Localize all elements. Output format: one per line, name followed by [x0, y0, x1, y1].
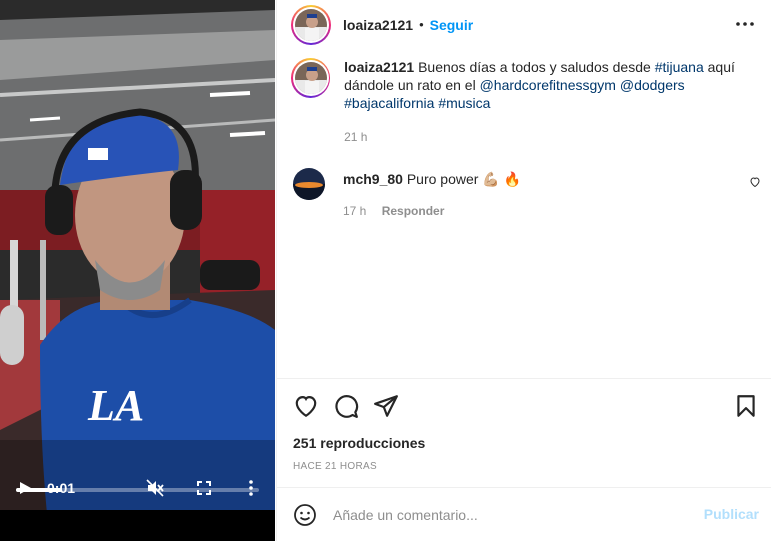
- comment-username[interactable]: mch9_80: [343, 171, 403, 187]
- comment-avatar[interactable]: [293, 168, 325, 200]
- caption-text: loaiza2121 Buenos días a todos y saludos…: [344, 58, 755, 146]
- post-username[interactable]: loaiza2121: [343, 17, 413, 33]
- comment-input[interactable]: [333, 506, 693, 523]
- share-icon[interactable]: [373, 393, 399, 419]
- comment-composer: Publicar: [277, 487, 771, 541]
- heart-icon[interactable]: [293, 393, 319, 419]
- caption-text-part: Buenos días a todos y saludos desde: [414, 59, 655, 75]
- reply-button[interactable]: Responder: [382, 204, 445, 218]
- bookmark-icon[interactable]: [733, 393, 759, 419]
- hashtag-link[interactable]: #bajacalifornia: [344, 95, 434, 111]
- post-timestamp: HACE 21 HORAS: [293, 461, 377, 472]
- svg-text:LA: LA: [87, 381, 144, 430]
- comment-like-icon[interactable]: [749, 176, 761, 188]
- comment-icon[interactable]: [333, 393, 359, 419]
- comment-text: Puro power 💪🏼 🔥: [402, 171, 522, 187]
- view-count[interactable]: 251 reproducciones: [293, 435, 425, 451]
- hashtag-link[interactable]: #tijuana: [655, 59, 704, 75]
- comment-time: 17 h: [343, 204, 367, 218]
- hashtag-link[interactable]: #musica: [438, 95, 490, 111]
- post-panel: loaiza2121 • Seguir loaiza2121 Buenos dí…: [276, 0, 771, 541]
- more-horizontal-icon[interactable]: [735, 14, 755, 34]
- publish-button[interactable]: Publicar: [704, 506, 759, 522]
- video-progress-fill: [16, 488, 63, 492]
- post-actions: 251 reproducciones HACE 21 HORAS: [277, 378, 771, 488]
- post-caption: loaiza2121 Buenos días a todos y saludos…: [277, 58, 771, 146]
- separator-dot: •: [419, 17, 424, 32]
- caption-avatar-image: [294, 62, 327, 94]
- video-frame: LA: [0, 0, 275, 541]
- mention-link[interactable]: @dodgers: [620, 77, 685, 93]
- video-player[interactable]: LA 0:01: [0, 0, 275, 541]
- follow-button[interactable]: Seguir: [430, 17, 474, 33]
- comment-item: mch9_80 Puro power 💪🏼 🔥 17 h Responder: [277, 168, 771, 218]
- caption-username[interactable]: loaiza2121: [344, 59, 414, 75]
- video-progress-bar[interactable]: [16, 488, 259, 492]
- comment-avatar-image: [293, 168, 325, 200]
- emoji-icon[interactable]: [293, 503, 317, 527]
- mention-link[interactable]: @hardcorefitnessgym: [480, 77, 616, 93]
- avatar-image: [295, 8, 327, 41]
- post-header: loaiza2121 • Seguir: [277, 0, 771, 49]
- caption-time: 21 h: [344, 130, 368, 144]
- comments-section: loaiza2121 Buenos días a todos y saludos…: [277, 58, 771, 218]
- avatar[interactable]: [291, 4, 331, 45]
- caption-avatar[interactable]: [291, 58, 331, 98]
